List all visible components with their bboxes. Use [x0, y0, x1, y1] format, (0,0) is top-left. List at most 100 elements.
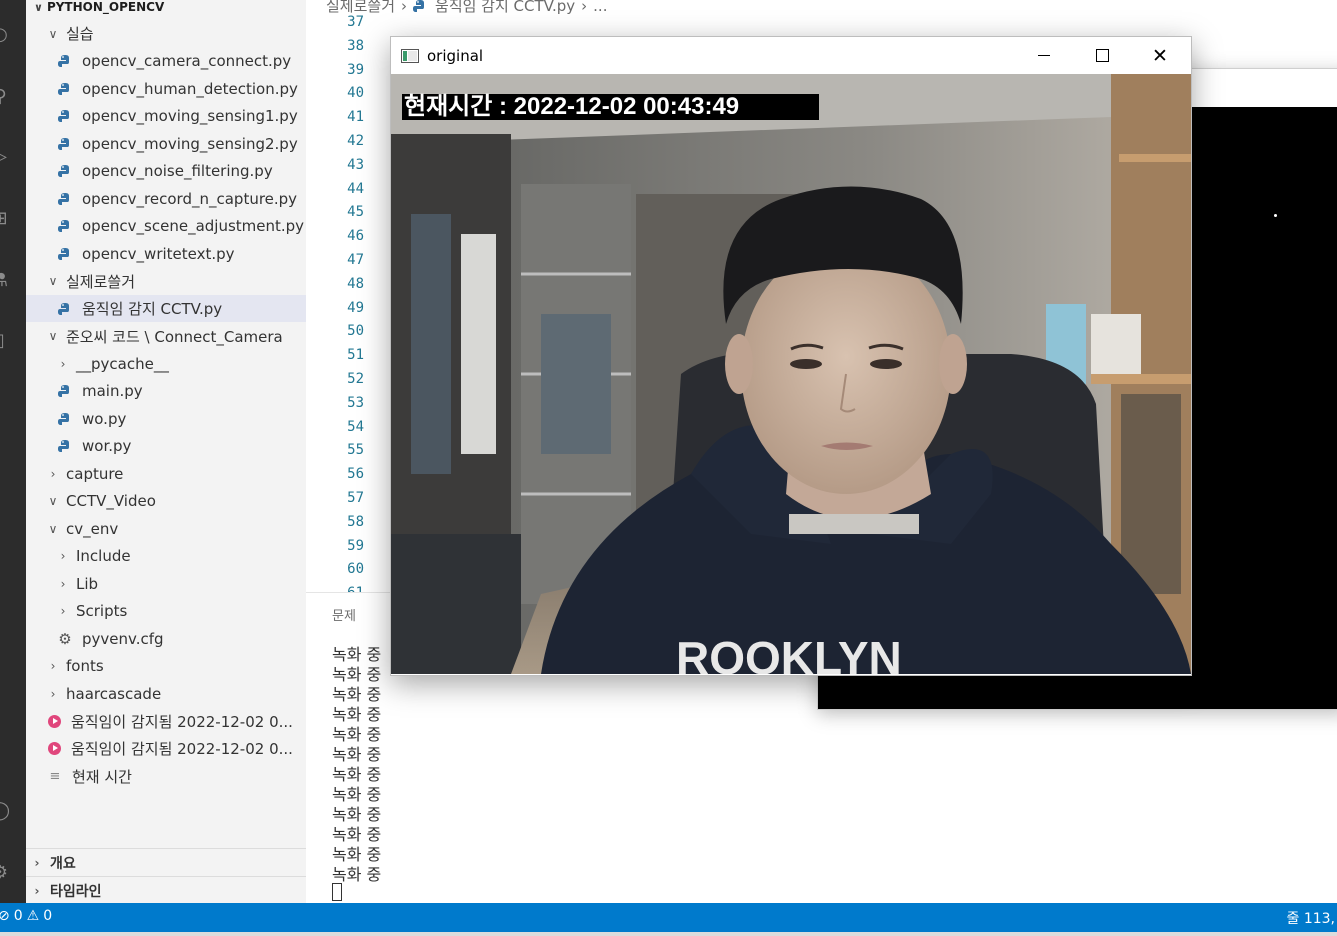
original-window[interactable]: original ✕ ROOKLYN 현재시간: 2022-12-02 00:…: [390, 36, 1192, 676]
error-count: 0: [13, 908, 23, 924]
tree-item-label: 움직임이 감지됨 2022-12-02 0...: [71, 712, 293, 731]
tree-item[interactable]: 움직임이 감지됨 2022-12-02 0...: [26, 708, 306, 735]
problems-tab[interactable]: 문제: [332, 605, 356, 624]
chevron-down-icon: ∨: [48, 494, 58, 508]
settings-gear-icon[interactable]: ⚙: [0, 862, 10, 883]
line-number: 52: [347, 371, 364, 387]
minimize-button[interactable]: [1015, 37, 1073, 74]
tree-item[interactable]: › haarcascade: [26, 680, 306, 707]
account-icon[interactable]: ◯: [0, 800, 10, 821]
webcam-image: ROOKLYN: [391, 74, 1191, 674]
activity-bar: ○ ⚲ ▷ ⊞ ⚗ ▯ ◯ ⚙: [0, 0, 26, 903]
status-bar: ⊘ 0 ⚠ 0 줄 113,: [0, 903, 1337, 932]
timeline-section[interactable]: › 타임라인: [26, 876, 306, 904]
hoodie-print: ROOKLYN: [676, 632, 902, 674]
problems-indicator[interactable]: ⊘ 0 ⚠ 0: [0, 908, 52, 924]
config-file-icon: ⚙: [58, 629, 72, 648]
tree-item-label: wo.py: [82, 409, 127, 428]
minimize-icon: [1038, 55, 1050, 56]
testing-icon[interactable]: ⚗: [0, 270, 10, 291]
window-titlebar[interactable]: original ✕: [391, 37, 1191, 74]
cursor-position[interactable]: 줄 113,: [1286, 908, 1335, 928]
maximize-icon: [1095, 49, 1109, 62]
python-file-icon: [58, 220, 69, 232]
chevron-down-icon: ∨: [48, 274, 58, 288]
tree-item[interactable]: opencv_scene_adjustment.py: [26, 213, 306, 240]
tree-item-label: pyvenv.cfg: [82, 629, 164, 648]
terminal-cursor: [332, 883, 342, 901]
video-file-icon: [48, 742, 61, 755]
chevron-right-icon: ›: [60, 576, 66, 591]
chevron-down-icon: ∨: [48, 329, 58, 343]
tree-item[interactable]: 움직임 감지 CCTV.py: [26, 295, 306, 322]
close-button[interactable]: ✕: [1131, 37, 1189, 74]
taskbar-edge: [0, 932, 1337, 936]
source-control-icon[interactable]: ⚲: [0, 86, 10, 107]
tree-item[interactable]: wor.py: [26, 433, 306, 460]
python-file-icon: [58, 82, 69, 95]
python-file-icon: [58, 302, 69, 315]
search-icon[interactable]: ○: [0, 24, 10, 45]
chevron-down-icon: ∨: [48, 521, 58, 536]
chevron-right-icon: ›: [34, 855, 40, 870]
tree-item[interactable]: opencv_human_detection.py: [26, 75, 306, 102]
tree-item[interactable]: › Lib: [26, 570, 306, 597]
outline-section[interactable]: › 개요: [26, 848, 306, 876]
tree-item-label: 준오씨 코드 \ Connect_Camera: [66, 327, 283, 346]
video-file-icon: [48, 714, 61, 728]
extensions-icon[interactable]: ⊞: [0, 208, 10, 229]
tree-item[interactable]: ∨ 실습: [26, 20, 306, 47]
tree-item[interactable]: ⚙ pyvenv.cfg: [26, 625, 306, 652]
tree-item[interactable]: › fonts: [26, 653, 306, 680]
python-file-icon: [58, 110, 69, 122]
tree-item[interactable]: opencv_noise_filtering.py: [26, 158, 306, 185]
tree-item[interactable]: ∨ cv_env: [26, 515, 306, 542]
chevron-right-icon: ›: [50, 686, 56, 701]
line-number: 49: [347, 299, 364, 316]
tree-item[interactable]: › Include: [26, 543, 306, 570]
python-file-icon: [58, 192, 69, 205]
tree-item[interactable]: ∨ CCTV_Video: [26, 488, 306, 515]
tree-item[interactable]: › __pycache__: [26, 350, 306, 377]
warning-count: 0: [43, 908, 53, 924]
tree-item[interactable]: › Scripts: [26, 598, 306, 625]
tree-item-label: opencv_moving_sensing2.py: [82, 134, 298, 153]
remote-explorer-icon[interactable]: ▯: [0, 330, 10, 351]
tree-item-label: 움직임 감지 CCTV.py: [82, 300, 223, 318]
tree-item-label: fonts: [66, 657, 104, 675]
tree-item[interactable]: opencv_moving_sensing2.py: [26, 130, 306, 157]
explorer-root[interactable]: ∨ PYTHON_OPENCV: [34, 0, 164, 17]
line-number: 40: [347, 85, 364, 102]
timestamp-overlay: 현재시간 : 2022-12-02 00:43:49: [402, 94, 819, 120]
tree-item[interactable]: › capture: [26, 460, 306, 487]
chevron-down-icon: ∨: [34, 0, 43, 14]
line-number: 51: [347, 347, 364, 364]
outline-label: 개요: [50, 855, 76, 872]
run-debug-icon[interactable]: ▷: [0, 146, 10, 167]
breadcrumb-symbol[interactable]: ...: [593, 0, 607, 15]
tree-item[interactable]: wo.py: [26, 405, 306, 432]
tree-item[interactable]: main.py: [26, 378, 306, 405]
tree-item-label: Include: [76, 547, 131, 565]
tree-item[interactable]: 움직임이 감지됨 2022-12-02 0...: [26, 735, 306, 762]
breadcrumb-file[interactable]: 움직임 감지 CCTV.py: [435, 0, 575, 16]
tree-item[interactable]: ∨ 실제로쓸거: [26, 268, 306, 295]
line-number: 60: [347, 561, 364, 578]
tree-item[interactable]: opencv_camera_connect.py: [26, 48, 306, 75]
tree-item[interactable]: ∨ 준오씨 코드 \ Connect_Camera: [26, 323, 306, 350]
tree-item[interactable]: ≡ 현재 시간: [26, 763, 306, 790]
maximize-button[interactable]: [1073, 37, 1131, 74]
tree-item-label: 실습: [66, 25, 94, 43]
python-file-icon: [413, 0, 425, 12]
tree-item[interactable]: opencv_writetext.py: [26, 240, 306, 267]
tree-item-label: haarcascade: [66, 684, 162, 703]
python-file-icon: [58, 165, 69, 177]
line-number: 38: [347, 37, 364, 54]
tree-item-label: __pycache__: [76, 354, 169, 373]
noise-dot: [1274, 214, 1277, 217]
tree-item[interactable]: opencv_moving_sensing1.py: [26, 103, 306, 130]
tree-item-label: opencv_moving_sensing1.py: [82, 107, 298, 125]
tree-item[interactable]: opencv_record_n_capture.py: [26, 185, 306, 212]
chevron-right-icon: ›: [60, 356, 66, 371]
breadcrumb-separator: ›: [401, 0, 408, 15]
